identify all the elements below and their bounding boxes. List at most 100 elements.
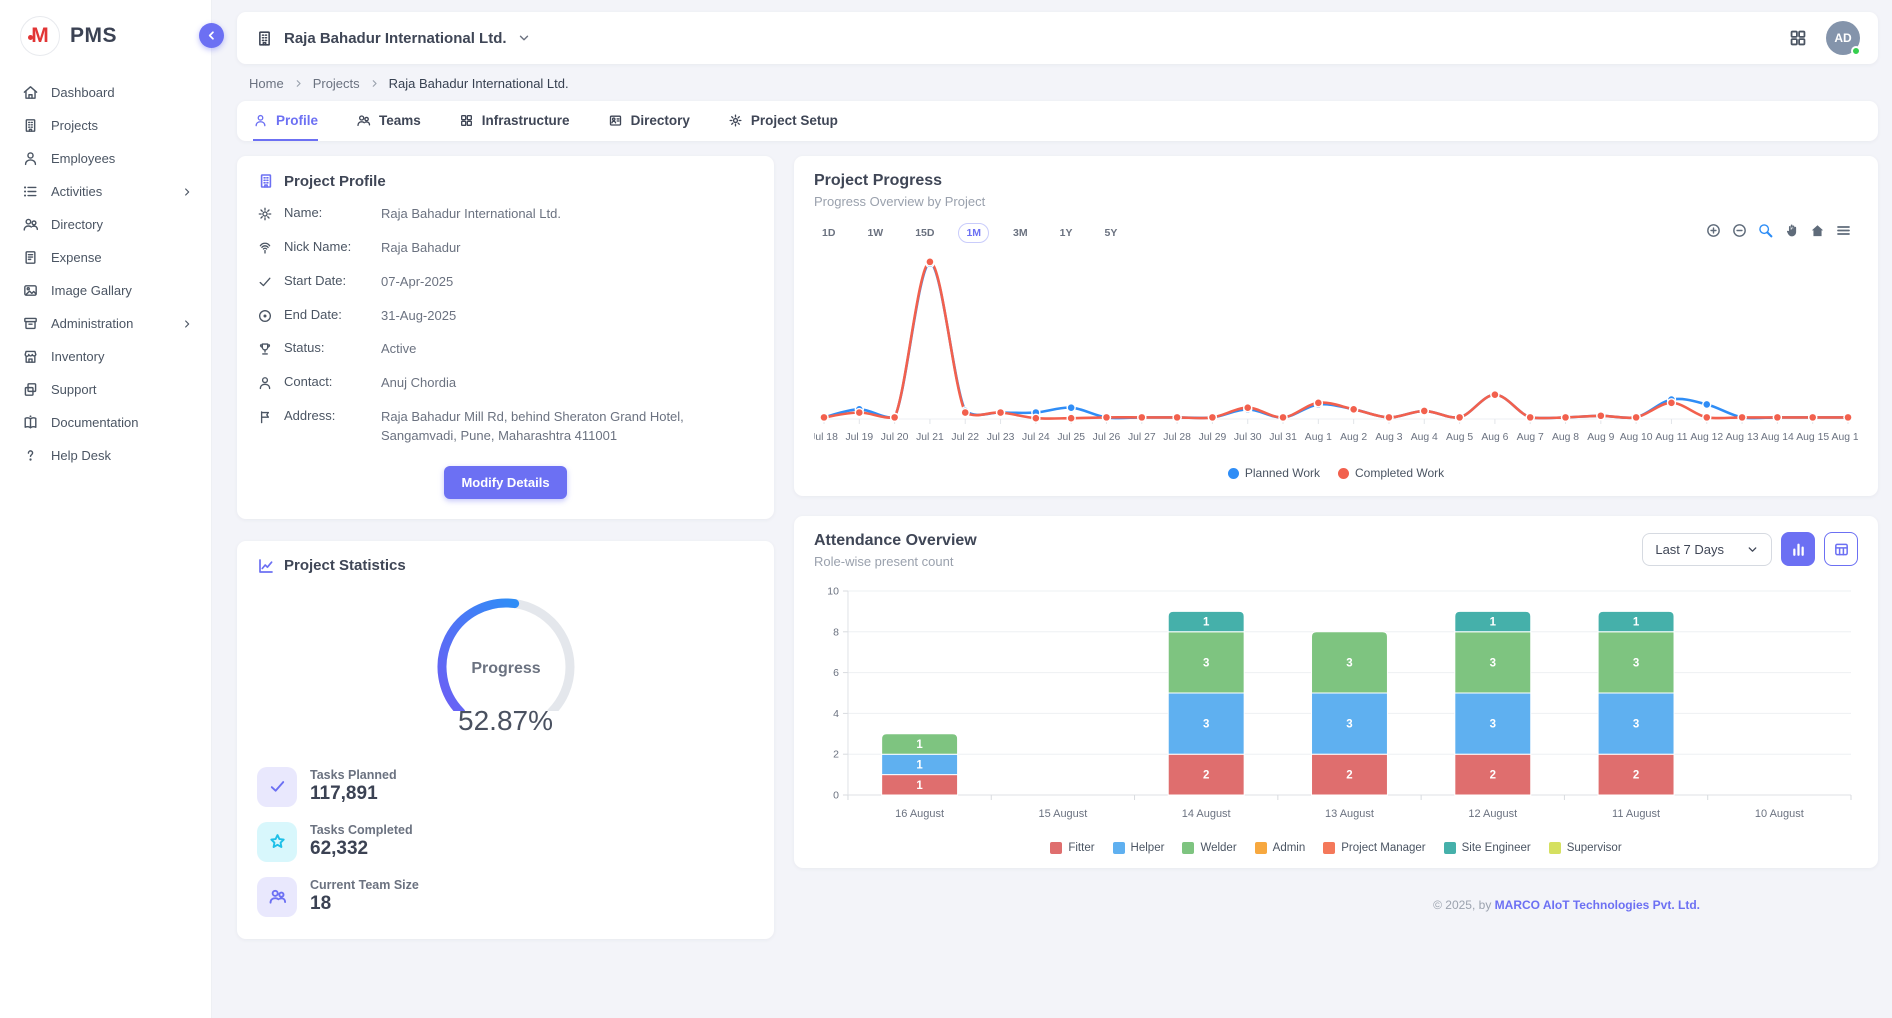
stat-rows: Tasks Planned117,891Tasks Completed62,33… (257, 767, 754, 917)
field-value: Raja Bahadur Mill Rd, behind Sheraton Gr… (381, 408, 754, 446)
apps-grid-icon[interactable] (1788, 28, 1808, 48)
circle-dot-icon (257, 308, 273, 324)
svg-text:Aug 14: Aug 14 (1761, 432, 1794, 443)
tab-teams[interactable]: Teams (356, 101, 421, 141)
sidebar-item-expense[interactable]: Expense (0, 241, 211, 274)
attendance-bar-chart[interactable]: 024681011123312332331233116 August15 Aug… (814, 583, 1858, 840)
svg-text:Aug 1: Aug 1 (1305, 432, 1332, 443)
sidebar-item-label: Documentation (51, 415, 193, 430)
svg-text:2: 2 (1203, 770, 1209, 782)
magnifier-icon[interactable] (1757, 222, 1774, 239)
sidebar-item-support[interactable]: Support (0, 373, 211, 406)
modify-details-button[interactable]: Modify Details (444, 466, 566, 499)
statistics-card-title: Project Statistics (284, 557, 406, 574)
profile-card-title: Project Profile (284, 173, 386, 190)
sidebar-item-activities[interactable]: Activities (0, 175, 211, 208)
svg-text:10 August: 10 August (1755, 808, 1804, 820)
range-button-3m[interactable]: 3M (1005, 223, 1036, 243)
stat-label: Tasks Planned (310, 768, 397, 782)
legend-project-manager[interactable]: Project Manager (1323, 842, 1425, 854)
field-label: Address: (284, 408, 370, 423)
sidebar-item-label: Dashboard (51, 85, 193, 100)
page-footer: © 2025, by MARCO AIoT Technologies Pvt. … (794, 888, 1878, 920)
table-view-button[interactable] (1824, 532, 1858, 566)
main-area: Raja Bahadur International Ltd. AD Home P… (212, 0, 1892, 1018)
circle-minus-icon[interactable] (1731, 222, 1748, 239)
sidebar-item-image-gallary[interactable]: Image Gallary (0, 274, 211, 307)
company-selector[interactable]: Raja Bahadur International Ltd. (255, 29, 531, 48)
chart-view-button[interactable] (1781, 532, 1815, 566)
progress-line-chart[interactable]: Jul 18Jul 19Jul 20Jul 21Jul 22Jul 23Jul … (814, 247, 1858, 464)
store-icon (22, 348, 39, 365)
svg-text:1: 1 (916, 780, 923, 792)
sidebar-item-dashboard[interactable]: Dashboard (0, 76, 211, 109)
sidebar-collapse-button[interactable] (199, 23, 224, 48)
field-value: Raja Bahadur International Ltd. (381, 205, 754, 224)
legend-welder[interactable]: Welder (1182, 842, 1236, 854)
svg-text:14 August: 14 August (1182, 808, 1231, 820)
legend-completed-work[interactable]: Completed Work (1338, 466, 1444, 480)
field-value: Anuj Chordia (381, 374, 754, 393)
breadcrumb-projects[interactable]: Projects (313, 76, 360, 91)
stat-label: Current Team Size (310, 878, 419, 892)
svg-text:3: 3 (1346, 657, 1352, 669)
stat-label: Tasks Completed (310, 823, 413, 837)
range-button-1d[interactable]: 1D (814, 223, 843, 243)
person-icon (257, 375, 273, 391)
svg-text:2: 2 (1490, 770, 1496, 782)
hand-icon[interactable] (1783, 222, 1800, 239)
avatar-initials: AD (1834, 31, 1851, 45)
profile-fields: Name:Raja Bahadur International Ltd.Nick… (257, 205, 754, 446)
house-icon[interactable] (1809, 222, 1826, 239)
sidebar-item-inventory[interactable]: Inventory (0, 340, 211, 373)
menu-icon[interactable] (1835, 222, 1852, 239)
svg-text:Aug 3: Aug 3 (1375, 432, 1402, 443)
field-value: 31-Aug-2025 (381, 307, 754, 326)
svg-text:Aug 11: Aug 11 (1655, 432, 1687, 443)
svg-text:3: 3 (1203, 719, 1209, 731)
tab-project-setup[interactable]: Project Setup (728, 101, 838, 141)
breadcrumb-home[interactable]: Home (249, 76, 284, 91)
legend-site-engineer[interactable]: Site Engineer (1444, 842, 1531, 854)
sidebar-item-documentation[interactable]: Documentation (0, 406, 211, 439)
svg-text:3: 3 (1490, 657, 1496, 669)
svg-text:Jul 31: Jul 31 (1269, 432, 1297, 443)
legend-supervisor[interactable]: Supervisor (1549, 842, 1622, 854)
sidebar-item-label: Activities (51, 184, 169, 199)
chart-toolbar (1705, 222, 1852, 239)
circle-plus-icon[interactable] (1705, 222, 1722, 239)
range-button-1w[interactable]: 1W (859, 223, 891, 243)
svg-text:Progress: Progress (471, 660, 540, 677)
legend-helper[interactable]: Helper (1113, 842, 1165, 854)
sidebar-item-label: Projects (51, 118, 193, 133)
sidebar-item-employees[interactable]: Employees (0, 142, 211, 175)
range-button-5y[interactable]: 5Y (1096, 223, 1125, 243)
svg-text:16 August: 16 August (895, 808, 944, 820)
field-value: 07-Apr-2025 (381, 273, 754, 292)
sidebar-item-projects[interactable]: Projects (0, 109, 211, 142)
sidebar-item-administration[interactable]: Administration (0, 307, 211, 340)
user-avatar[interactable]: AD (1826, 21, 1860, 55)
company-link[interactable]: MARCO AIoT Technologies Pvt. Ltd. (1495, 898, 1700, 912)
line-chart-legend: Planned Work Completed Work (814, 466, 1858, 480)
tab-profile[interactable]: Profile (253, 101, 318, 141)
legend-label: Planned Work (1245, 466, 1320, 480)
stat-value: 18 (310, 893, 419, 915)
tab-infrastructure[interactable]: Infrastructure (459, 101, 570, 141)
range-button-1m[interactable]: 1M (958, 223, 989, 243)
svg-text:Jul 30: Jul 30 (1234, 432, 1262, 443)
legend-admin[interactable]: Admin (1255, 842, 1306, 854)
attendance-range-select[interactable]: Last 7 Days (1642, 533, 1772, 566)
sidebar-item-help-desk[interactable]: Help Desk (0, 439, 211, 472)
legend-fitter[interactable]: Fitter (1050, 842, 1094, 854)
project-progress-card: Project Progress Progress Overview by Pr… (794, 156, 1878, 496)
tab-label: Directory (631, 113, 690, 128)
svg-text:Jul 19: Jul 19 (845, 432, 873, 443)
svg-text:6: 6 (833, 668, 839, 679)
tab-directory[interactable]: Directory (608, 101, 690, 141)
sidebar-item-directory[interactable]: Directory (0, 208, 211, 241)
company-name: Raja Bahadur International Ltd. (284, 30, 507, 47)
range-button-15d[interactable]: 15D (907, 223, 942, 243)
legend-planned-work[interactable]: Planned Work (1228, 466, 1320, 480)
range-button-1y[interactable]: 1Y (1052, 223, 1081, 243)
